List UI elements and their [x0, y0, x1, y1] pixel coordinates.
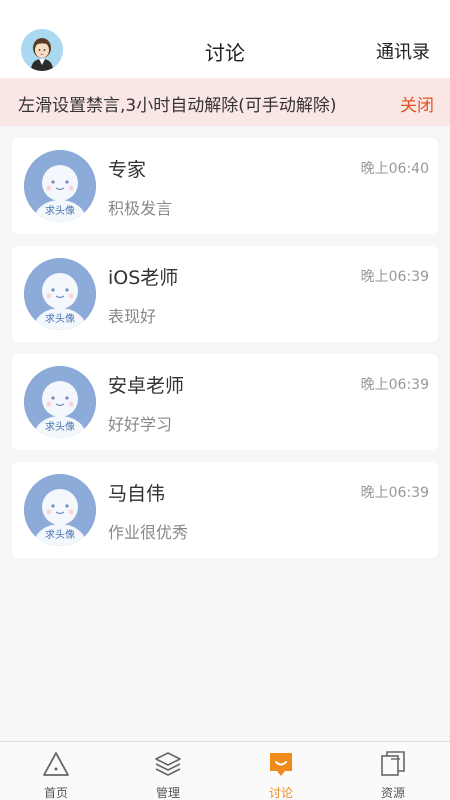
triangle-icon [43, 752, 69, 776]
contact-avatar: 求头像 [24, 150, 96, 222]
last-message: 作业很优秀 [108, 523, 189, 542]
avatar-placeholder-text: 求头像 [45, 205, 75, 217]
avatar-placeholder-text: 求头像 [45, 313, 75, 325]
default-avatar-icon: 求头像 [24, 474, 96, 546]
message-time: 晚上06:40 [360, 161, 429, 177]
conversation-item[interactable]: 求头像 专家积极发言 晚上06:40 [12, 138, 438, 234]
tab-resources-label: 资源 [380, 786, 405, 800]
contact-avatar: 求头像 [24, 258, 96, 330]
conversation-item[interactable]: 求头像 马自伟作业很优秀 晚上06:39 [12, 462, 438, 558]
conversation-item[interactable]: 求头像 安卓老师好好学习 晚上06:39 [12, 354, 438, 450]
documents-icon [381, 751, 405, 776]
default-avatar-icon: 求头像 [24, 150, 96, 222]
contact-name: 安卓老师 [108, 375, 185, 397]
conversation-list: 求头像 专家 积极发言 晚上06:40 求头像 iOS老师 表现好 晚上06:39 求头像 安卓老… [12, 138, 438, 570]
default-avatar-icon: 求头像 [24, 366, 96, 438]
contact-avatar: 求头像 [24, 474, 96, 546]
avatar-placeholder-text: 求头像 [45, 529, 75, 541]
notice-text: 左滑设置禁言,3小时自动解除(可手动解除) [18, 96, 337, 116]
avatar-placeholder-text: 求头像 [45, 421, 75, 433]
conversation-item[interactable]: 求头像 iOS老师表现好 晚上06:39 [12, 246, 438, 342]
contact-name: 马自伟 [108, 483, 166, 505]
contacts-button[interactable]: 通讯录 [376, 38, 430, 64]
last-message: 积极发言 [108, 199, 173, 218]
close-notice-button[interactable]: 关闭 [400, 91, 434, 116]
last-message: 表现好 [108, 307, 157, 326]
app-screen: 讨论 通讯录 左滑设置禁言,3小时自动解除(可手动解除) 关闭 求头像 专家积极发… [0, 0, 450, 800]
tab-discussion[interactable]: 讨论 [225, 742, 337, 800]
notice-bar: 左滑设置禁言,3小时自动解除(可手动解除) 关闭 [0, 78, 450, 126]
tab-bar: 首页 管理 讨论 资源 [0, 741, 450, 800]
message-time: 晚上06:39 [360, 269, 429, 285]
contact-name: iOS老师 [108, 267, 179, 289]
tab-home[interactable]: 首页 [0, 742, 112, 800]
tab-manage[interactable]: 管理 [112, 742, 224, 800]
tab-home-label: 首页 [43, 786, 68, 800]
contact-avatar: 求头像 [24, 366, 96, 438]
last-message: 好好学习 [108, 415, 173, 434]
contact-name: 专家 [108, 159, 147, 181]
header: 讨论 通讯录 [0, 0, 450, 78]
tab-manage-label: 管理 [155, 786, 180, 800]
layers-icon [155, 752, 181, 776]
default-avatar-icon: 求头像 [24, 258, 96, 330]
tab-resources[interactable]: 资源 [337, 742, 449, 800]
tab-discussion-label: 讨论 [268, 786, 293, 800]
message-time: 晚上06:39 [360, 485, 429, 501]
message-time: 晚上06:39 [360, 377, 429, 393]
chat-bubble-icon [270, 753, 292, 776]
